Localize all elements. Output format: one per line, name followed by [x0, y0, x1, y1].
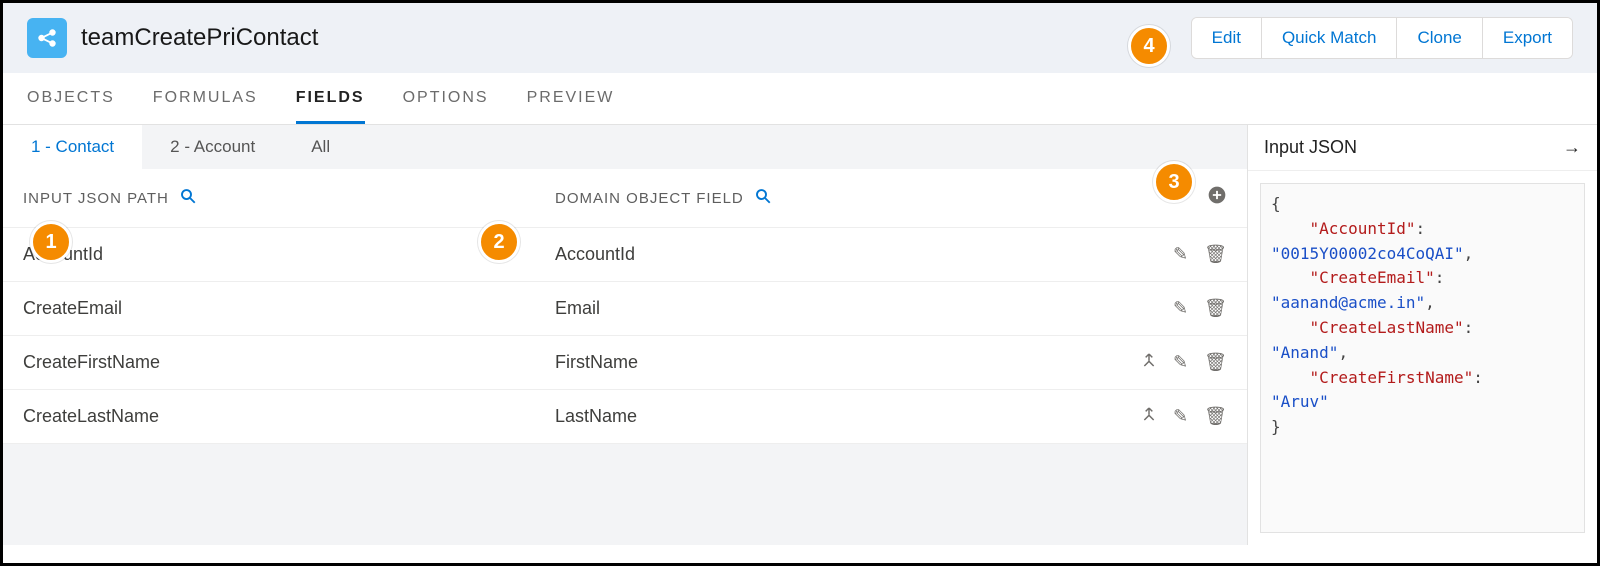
delete-icon[interactable]: 🗑: [1204, 406, 1227, 427]
field-row: AccountId AccountId ✎ 🗑: [3, 228, 1247, 282]
field-row: CreateLastName LastName ✎ 🗑: [3, 390, 1247, 444]
add-icon[interactable]: [1207, 185, 1227, 211]
edit-icon[interactable]: ✎: [1173, 406, 1188, 427]
cell-input: CreateFirstName: [23, 352, 555, 373]
arrow-right-icon[interactable]: →: [1563, 137, 1581, 158]
edit-button[interactable]: Edit: [1192, 18, 1261, 58]
cell-domain: Email: [555, 298, 1087, 319]
left-pane: 1 - Contact 2 - Account All INPUT JSON P…: [3, 125, 1247, 545]
cell-domain: LastName: [555, 406, 1087, 427]
subtab-all[interactable]: All: [283, 125, 358, 169]
subtab-account[interactable]: 2 - Account: [142, 125, 283, 169]
col-input-label: INPUT JSON PATH: [23, 190, 169, 207]
cell-domain: FirstName: [555, 352, 1087, 373]
share-icon: [27, 18, 67, 58]
edit-icon[interactable]: ✎: [1173, 298, 1188, 319]
tab-preview[interactable]: PREVIEW: [527, 89, 615, 124]
field-row: CreateFirstName FirstName ✎ 🗑: [3, 336, 1247, 390]
clone-button[interactable]: Clone: [1396, 18, 1481, 58]
field-row: CreateEmail Email ✎ 🗑: [3, 282, 1247, 336]
callout-4: 4: [1128, 25, 1170, 67]
merge-icon[interactable]: [1141, 352, 1157, 373]
tabs-primary: OBJECTS FORMULAS FIELDS OPTIONS PREVIEW: [3, 73, 1597, 125]
delete-icon[interactable]: 🗑: [1204, 244, 1227, 265]
right-pane: Input JSON → { "AccountId": "0015Y00002c…: [1247, 125, 1597, 545]
quick-match-button[interactable]: Quick Match: [1261, 18, 1396, 58]
search-icon[interactable]: [179, 187, 197, 210]
delete-icon[interactable]: 🗑: [1204, 298, 1227, 319]
delete-icon[interactable]: 🗑: [1204, 352, 1227, 373]
callout-2: 2: [478, 221, 520, 263]
field-header: INPUT JSON PATH DOMAIN OBJECT FIELD: [3, 169, 1247, 228]
callout-1: 1: [30, 221, 72, 263]
search-icon[interactable]: [754, 187, 772, 210]
tab-formulas[interactable]: FORMULAS: [153, 89, 258, 124]
edit-icon[interactable]: ✎: [1173, 244, 1188, 265]
page-title: teamCreatePriContact: [81, 24, 318, 52]
subtab-contact[interactable]: 1 - Contact: [3, 125, 142, 169]
tab-fields[interactable]: FIELDS: [296, 89, 365, 124]
edit-icon[interactable]: ✎: [1173, 352, 1188, 373]
header-button-group: Edit Quick Match Clone Export: [1191, 17, 1573, 59]
col-domain-label: DOMAIN OBJECT FIELD: [555, 190, 744, 207]
right-pane-title: Input JSON: [1264, 137, 1357, 158]
export-button[interactable]: Export: [1482, 18, 1572, 58]
tab-objects[interactable]: OBJECTS: [27, 89, 115, 124]
cell-input: CreateEmail: [23, 298, 555, 319]
header-bar: teamCreatePriContact Edit Quick Match Cl…: [3, 3, 1597, 73]
cell-input: AccountId: [23, 244, 555, 265]
tab-options[interactable]: OPTIONS: [403, 89, 489, 124]
subtabs: 1 - Contact 2 - Account All: [3, 125, 1247, 169]
json-preview: { "AccountId": "0015Y00002co4CoQAI", "Cr…: [1260, 183, 1585, 533]
merge-icon[interactable]: [1141, 406, 1157, 427]
cell-input: CreateLastName: [23, 406, 555, 427]
callout-3: 3: [1153, 161, 1195, 203]
cell-domain: AccountId: [555, 244, 1087, 265]
